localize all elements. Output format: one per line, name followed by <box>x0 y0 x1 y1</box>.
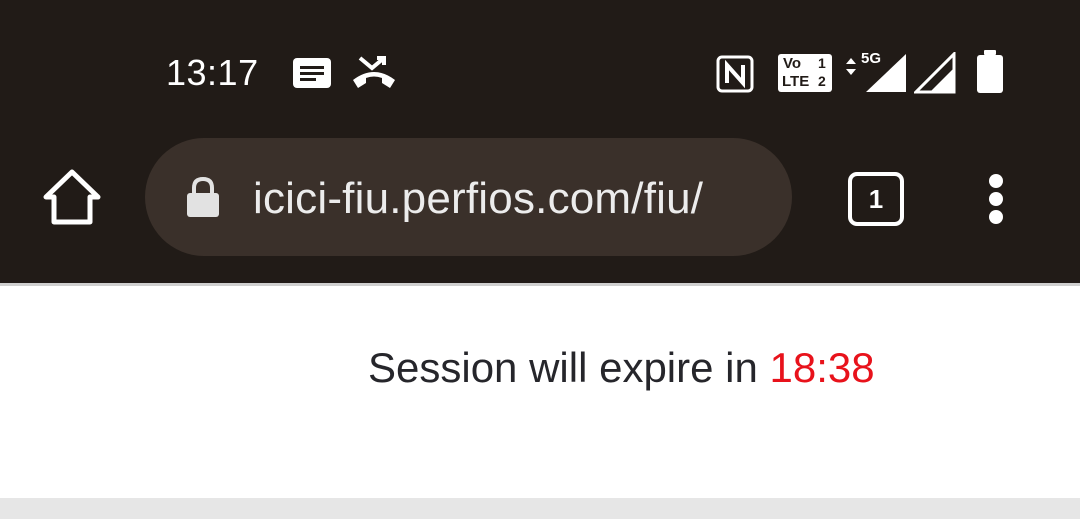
status-time: 13:17 <box>166 52 259 93</box>
volte-label: Vo <box>783 55 802 72</box>
5g-signal-icon: 5G <box>844 50 908 94</box>
url-text[interactable]: icici-fiu.perfios.com/fiu/ <box>253 174 783 224</box>
session-expiry-message: Session will expire in 18:38 <box>368 344 875 392</box>
browser-chrome: 13:17 Vo 1 LTE 2 5G icici-fiu.perfios.co… <box>0 0 1080 283</box>
sim2-label: 2 <box>818 73 826 89</box>
lte-label: LTE <box>782 73 810 90</box>
address-bar[interactable]: icici-fiu.perfios.com/fiu/ <box>145 138 792 256</box>
toolbar-divider <box>0 283 1080 286</box>
session-label: Session will expire in <box>368 344 758 391</box>
sim1-label: 1 <box>818 55 826 71</box>
session-timer: 18:38 <box>769 344 875 391</box>
tab-count: 1 <box>848 172 904 226</box>
tab-switcher-button[interactable]: 1 <box>848 172 904 228</box>
volte-icon: Vo 1 LTE 2 <box>778 54 832 92</box>
page-divider <box>0 498 1080 519</box>
signal-icon <box>914 52 956 94</box>
network-label: 5G <box>861 50 882 67</box>
notes-icon <box>293 58 331 88</box>
more-options-button[interactable] <box>978 168 1014 228</box>
home-icon <box>43 169 101 225</box>
missed-call-icon <box>353 56 395 88</box>
lock-icon <box>187 176 219 217</box>
home-button[interactable] <box>40 166 104 230</box>
battery-icon <box>977 50 1003 93</box>
nfc-icon <box>716 55 754 93</box>
